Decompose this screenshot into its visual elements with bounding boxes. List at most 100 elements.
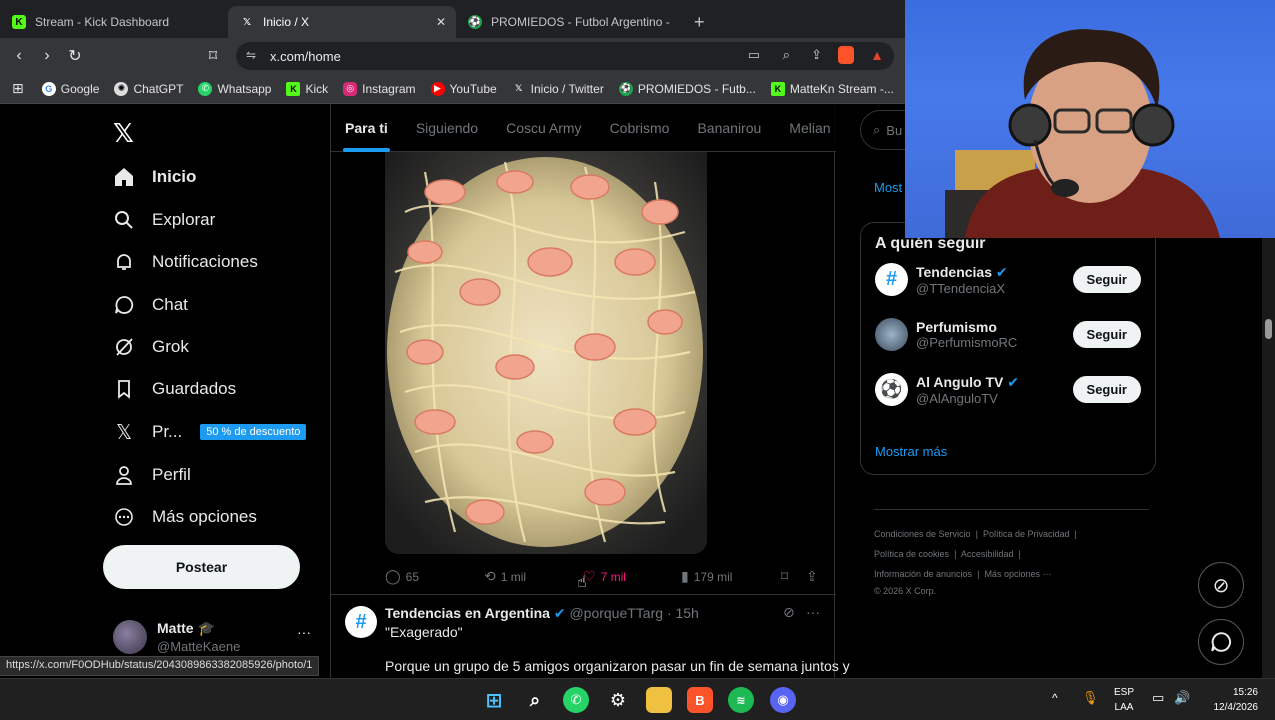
chat-icon	[113, 294, 135, 316]
tab-melian[interactable]: Melian	[775, 104, 844, 152]
footer-links[interactable]: Información de anuncios | Más opciones ·…	[874, 569, 1051, 579]
share-post-icon[interactable]: ⇪	[806, 568, 823, 585]
bookmark-chatgpt[interactable]: ✺ ChatGPT	[114, 81, 183, 96]
site-info-icon[interactable]: ⇋	[246, 48, 256, 62]
tab-bananirou[interactable]: Bananirou	[683, 104, 775, 152]
sidebar-item-mas-opciones[interactable]: Más opciones	[113, 506, 257, 528]
bookmark-whatsapp[interactable]: ✆ Whatsapp	[198, 81, 271, 96]
cast-icon[interactable]: ▭	[748, 47, 760, 63]
browser-tab-kick[interactable]: K Stream - Kick Dashboard	[0, 6, 228, 38]
taskbar: ⊞ ⌕ ✆ ⚙ B ≋ ◉ ^ 🎙 ESP LAA ▭ 🔊 15:26 12/4/2…	[0, 678, 1275, 720]
sidebar-item-guardados[interactable]: Guardados	[113, 378, 236, 400]
share-icon[interactable]: ⇪	[811, 47, 822, 63]
grok-icon[interactable]: ⊘	[1198, 562, 1244, 608]
settings-icon[interactable]: ⚙	[605, 687, 631, 713]
tab-coscu-army[interactable]: Coscu Army	[492, 104, 595, 152]
show-more-link[interactable]: Mostrar más	[875, 444, 947, 459]
footer-links[interactable]: Política de cookies | Accesibilidad |	[874, 549, 1021, 559]
kick-icon: K	[770, 81, 785, 96]
brave-icon[interactable]: B	[687, 687, 713, 713]
verified-icon: ✔	[553, 605, 566, 621]
sidebar-item-inicio[interactable]: Inicio	[113, 166, 196, 188]
tab-cobrismo[interactable]: Cobrismo	[596, 104, 684, 152]
address-bar[interactable]: ⇋ x.com/home ▭ ⌕ ⇪ ▲	[236, 42, 894, 70]
post-handle[interactable]: @porqueTTarg	[569, 605, 663, 621]
promiedos-icon: ⚽	[618, 81, 633, 96]
grok-post-icon[interactable]: ⊘	[783, 604, 795, 621]
verified-icon: ✔	[1007, 373, 1019, 390]
bookmark-kick[interactable]: K Kick	[286, 81, 328, 96]
spotify-icon[interactable]: ≋	[728, 687, 754, 713]
who-to-follow: A quién seguir # Tendencias ✔ @TTendencia…	[860, 222, 1156, 475]
whatsapp-icon[interactable]: ✆	[563, 687, 589, 713]
post-photo[interactable]	[385, 152, 707, 554]
network-icon[interactable]: ▭	[1152, 690, 1164, 706]
search-icon[interactable]: ⌕	[522, 687, 548, 713]
sidebar-item-perfil[interactable]: Perfil	[113, 464, 191, 486]
sidebar-item-chat[interactable]: Chat	[113, 294, 188, 316]
sidebar-item-premium[interactable]: 𝕏 Pr... 50 % de descuento	[113, 421, 307, 444]
messages-icon[interactable]	[1198, 619, 1244, 665]
x-logo-icon[interactable]: 𝕏	[113, 118, 134, 149]
browser-tab-x[interactable]: 𝕏 Inicio / X ✕	[228, 6, 456, 38]
youtube-icon: ▶	[430, 81, 445, 96]
account-switcher[interactable]: Matte 🎓 @MatteKaene ···	[113, 620, 318, 660]
windows-start-icon[interactable]: ⊞	[481, 687, 507, 713]
bookmark-page-icon[interactable]: ⌑	[199, 46, 227, 66]
discord-icon[interactable]: ◉	[770, 687, 796, 713]
more-options-icon[interactable]: ···	[297, 624, 311, 640]
feed-tabs: Para ti Siguiendo Coscu Army Cobrismo Ba…	[331, 104, 836, 152]
post-button[interactable]: Postear	[103, 545, 300, 589]
apps-icon[interactable]: ⊞	[12, 80, 24, 97]
file-explorer-icon[interactable]	[646, 687, 672, 713]
brave-rewards-icon[interactable]: ▲	[870, 47, 884, 63]
follow-button[interactable]: Seguir	[1072, 266, 1141, 293]
bookmark-google[interactable]: G Google	[41, 81, 99, 96]
suggestion-row[interactable]: Perfumismo @PerfumismoRC Seguir	[875, 318, 1141, 351]
tab-bar: K Stream - Kick Dashboard 𝕏 Inicio / X ✕…	[0, 0, 905, 38]
tray-chevron-icon[interactable]: ^	[1052, 691, 1058, 705]
bookmark-twitter[interactable]: 𝕏 Inicio / Twitter	[512, 82, 604, 96]
sidebar-item-notificaciones[interactable]: Notificaciones	[113, 251, 258, 273]
grad-cap-icon: 🎓	[197, 620, 215, 636]
follow-button[interactable]: Seguir	[1072, 321, 1141, 348]
footer-links[interactable]: Condiciones de Servicio | Política de Pr…	[874, 529, 1077, 539]
suggestion-row[interactable]: # Tendencias ✔ @TTendenciaX Seguir	[875, 263, 1141, 296]
tab-para-ti[interactable]: Para ti	[331, 104, 402, 152]
repost-button[interactable]: ⟲ 1 mil	[484, 568, 526, 585]
zoom-icon[interactable]: ⌕	[783, 47, 790, 63]
whatsapp-icon: ✆	[198, 81, 213, 96]
close-icon[interactable]: ✕	[436, 15, 446, 29]
show-more-link[interactable]: Most	[874, 180, 902, 195]
clock[interactable]: 15:26 12/4/2026	[1204, 685, 1259, 715]
post-author[interactable]: Tendencias en Argentina	[385, 605, 550, 621]
post-more-icon[interactable]: ···	[806, 604, 820, 620]
bookmark-instagram[interactable]: ◎ Instagram	[343, 81, 416, 96]
hashtag-avatar-icon[interactable]: #	[345, 606, 377, 638]
suggestion-row[interactable]: ⚽ Al Angulo TV ✔ @AlAnguloTV Seguir	[875, 373, 1141, 406]
reply-button[interactable]: ◯ 65	[385, 568, 419, 585]
microphone-icon[interactable]: 🎙	[1082, 690, 1099, 706]
tab-siguiendo[interactable]: Siguiendo	[402, 104, 492, 152]
like-button[interactable]: ♡ 7 mil	[583, 568, 626, 585]
sidebar-item-explorar[interactable]: Explorar	[113, 209, 215, 231]
bookmark-promiedos[interactable]: ⚽ PROMIEDOS - Futb...	[618, 81, 756, 96]
bookmarks-bar: ⊞ G Google ✺ ChatGPT ✆ Whatsapp K Kick ◎ Inst…	[0, 74, 905, 104]
follow-button[interactable]: Seguir	[1072, 376, 1141, 403]
avatar	[875, 318, 908, 351]
soccer-ball-icon: ⚽	[875, 373, 908, 406]
views-button[interactable]: ▮ 179 mil	[681, 568, 732, 585]
new-tab-button[interactable]: +	[694, 6, 705, 38]
forward-icon[interactable]: ›	[33, 47, 61, 65]
language-indicator[interactable]: ESP LAA	[1114, 685, 1134, 715]
reload-icon[interactable]: ↻	[61, 46, 89, 66]
brave-shield-icon[interactable]	[838, 46, 854, 64]
sidebar-item-grok[interactable]: Grok	[113, 336, 189, 358]
bookmark-youtube[interactable]: ▶ YouTube	[430, 81, 497, 96]
volume-icon[interactable]: 🔊	[1174, 690, 1190, 706]
back-icon[interactable]: ‹	[5, 47, 33, 65]
scrollbar-thumb[interactable]	[1265, 319, 1272, 339]
bookmark-post-icon[interactable]: ⌑	[781, 568, 793, 585]
bookmark-kick-stream[interactable]: K MatteKn Stream -...	[770, 81, 894, 96]
browser-tab-promiedos[interactable]: ⚽ PROMIEDOS - Futbol Argentino - Fixt	[456, 6, 684, 38]
